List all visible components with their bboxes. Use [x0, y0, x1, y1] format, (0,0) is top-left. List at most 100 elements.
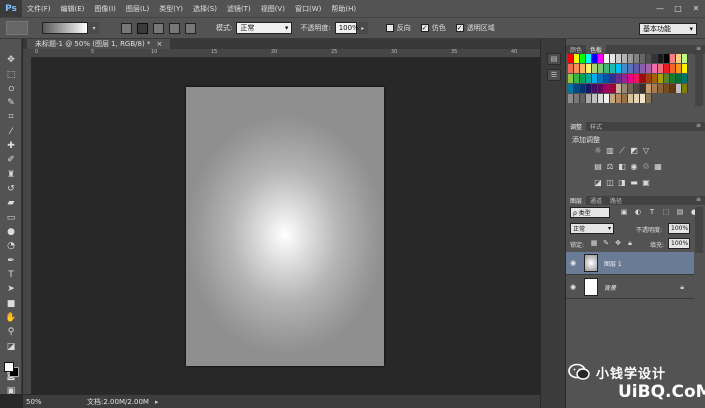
photo-filter-icon[interactable]: ◉: [630, 163, 638, 171]
dodge-tool-icon[interactable]: ◔: [3, 239, 19, 252]
menu-window[interactable]: 窗口(W): [290, 4, 326, 14]
color-balance-icon[interactable]: ⚖: [606, 163, 614, 171]
menu-image[interactable]: 图像(I): [89, 4, 121, 14]
posterize-icon[interactable]: ◫: [606, 179, 614, 187]
maximize-button[interactable]: □: [669, 0, 687, 17]
minimize-button[interactable]: —: [651, 0, 669, 17]
invert-icon[interactable]: ◪: [594, 179, 602, 187]
history-brush-tool-icon[interactable]: ↺: [3, 182, 19, 195]
close-tab-icon[interactable]: ×: [156, 40, 162, 48]
layers-scrollbar[interactable]: [695, 207, 703, 253]
panel-menu-icon[interactable]: ≡: [696, 196, 701, 203]
menu-select[interactable]: 选择(S): [188, 4, 222, 14]
radial-gradient-button[interactable]: [137, 22, 148, 34]
lock-position-icon[interactable]: ✥: [614, 239, 622, 247]
levels-icon[interactable]: ▥: [606, 147, 614, 155]
reverse-checkbox[interactable]: 反向: [385, 23, 411, 33]
menu-file[interactable]: 文件(F): [22, 4, 56, 14]
horizontal-ruler[interactable]: 0 5 10 15 20 25 30 35 40: [31, 49, 540, 58]
pixel-filter-icon[interactable]: ▣: [620, 208, 628, 216]
properties-panel-icon[interactable]: ☰: [547, 69, 561, 81]
menu-layer[interactable]: 图层(L): [121, 4, 154, 14]
eraser-tool-icon[interactable]: ▰: [3, 196, 19, 209]
path-select-tool-icon[interactable]: ➤: [3, 282, 19, 295]
vertical-ruler[interactable]: [23, 58, 32, 394]
tab-channels[interactable]: 通道: [586, 196, 606, 205]
quick-select-tool-icon[interactable]: ✎: [3, 96, 19, 109]
panel-menu-icon[interactable]: ≡: [696, 45, 701, 52]
blend-mode-select[interactable]: 正常 ▾: [570, 223, 614, 234]
swatches-grid[interactable]: [568, 54, 690, 104]
dither-checkbox[interactable]: ✓ 仿色: [420, 23, 446, 33]
crop-tool-icon[interactable]: ⌗: [3, 110, 19, 123]
zoom-level[interactable]: 50%: [23, 398, 47, 406]
type-tool-icon[interactable]: T: [3, 268, 19, 281]
screen-mode-icon[interactable]: ▣: [3, 384, 19, 397]
fill-input[interactable]: 100%: [668, 238, 690, 249]
lock-all-icon[interactable]: 🔒︎: [626, 239, 634, 247]
linear-gradient-button[interactable]: [121, 22, 132, 34]
pen-tool-icon[interactable]: ✒: [3, 254, 19, 267]
document-canvas[interactable]: [186, 87, 384, 366]
workspace-select[interactable]: 基本功能 ▾: [639, 23, 697, 35]
layer-filter-select[interactable]: ρ 类型: [570, 207, 610, 218]
black-white-icon[interactable]: ◧: [618, 163, 626, 171]
diamond-gradient-button[interactable]: [185, 22, 196, 34]
shape-filter-icon[interactable]: ⬚: [662, 208, 670, 216]
curves-icon[interactable]: ⟋: [618, 147, 626, 155]
smart-object-filter-icon[interactable]: ▤: [676, 208, 684, 216]
blur-tool-icon[interactable]: ●: [3, 225, 19, 238]
history-panel-icon[interactable]: ▤: [547, 53, 561, 65]
lock-transparent-icon[interactable]: ▦: [590, 239, 598, 247]
menu-help[interactable]: 帮助(H): [326, 4, 361, 14]
foreground-color-swatch[interactable]: [4, 362, 14, 372]
vibrance-icon[interactable]: ▽: [642, 147, 650, 155]
clone-stamp-tool-icon[interactable]: ♜: [3, 168, 19, 181]
tab-color[interactable]: 颜色: [566, 45, 586, 54]
transparency-checkbox[interactable]: ✓ 透明区域: [455, 23, 495, 33]
zoom-tool-icon[interactable]: ⚲: [3, 325, 19, 338]
gradient-picker-chevron-icon[interactable]: ▾: [89, 22, 99, 34]
mode-select[interactable]: 正常 ▾: [236, 22, 293, 34]
type-filter-icon[interactable]: T: [648, 208, 656, 216]
gradient-map-icon[interactable]: ▬: [630, 179, 638, 187]
opacity-input[interactable]: 100%: [334, 22, 359, 34]
channel-mixer-icon[interactable]: ♲: [642, 163, 650, 171]
tab-paths[interactable]: 路径: [606, 196, 626, 205]
gradient-preview[interactable]: [42, 22, 88, 34]
swatches-scrollbar[interactable]: [695, 54, 703, 106]
marquee-tool-icon[interactable]: ⬚: [3, 68, 19, 81]
menu-filter[interactable]: 滤镜(T): [222, 4, 256, 14]
gradient-tool-icon[interactable]: ▭: [3, 211, 19, 224]
panel-menu-icon[interactable]: ≡: [696, 122, 701, 129]
default-colors-icon[interactable]: ◪: [3, 340, 19, 353]
lasso-tool-icon[interactable]: ഠ: [3, 82, 19, 95]
brightness-contrast-icon[interactable]: ☼: [594, 147, 602, 155]
brush-tool-icon[interactable]: ✐: [3, 153, 19, 166]
tab-swatches[interactable]: 色板: [586, 45, 607, 54]
menu-edit[interactable]: 编辑(E): [56, 4, 90, 14]
opacity-chevron-icon[interactable]: ▸: [357, 22, 368, 34]
color-lookup-icon[interactable]: ▦: [654, 163, 662, 171]
threshold-icon[interactable]: ◨: [618, 179, 626, 187]
tab-adjustments[interactable]: 调整: [566, 122, 587, 131]
rectangle-tool-icon[interactable]: ■: [3, 297, 19, 310]
lock-pixels-icon[interactable]: ✎: [602, 239, 610, 247]
canvas-workspace[interactable]: [32, 58, 540, 394]
healing-brush-tool-icon[interactable]: ✚: [3, 139, 19, 152]
hand-tool-icon[interactable]: ✋: [3, 311, 19, 324]
layer-row-layer1[interactable]: ◉ 图层 1: [566, 252, 694, 275]
selective-color-icon[interactable]: ▣: [642, 179, 650, 187]
eye-icon[interactable]: ◉: [566, 259, 580, 267]
status-menu-arrow-icon[interactable]: ▸: [155, 398, 159, 406]
move-tool-icon[interactable]: ✥: [3, 53, 19, 66]
close-button[interactable]: ✕: [687, 0, 705, 17]
hue-saturation-icon[interactable]: ▤: [594, 163, 602, 171]
menu-type[interactable]: 类型(Y): [154, 4, 188, 14]
exposure-icon[interactable]: ◩: [630, 147, 638, 155]
tab-styles[interactable]: 样式: [586, 122, 606, 131]
document-tab[interactable]: 未标题-1 @ 50% (图层 1, RGB/8) * ×: [27, 39, 171, 49]
adjustment-filter-icon[interactable]: ◐: [634, 208, 642, 216]
menu-view[interactable]: 视图(V): [256, 4, 290, 14]
angle-gradient-button[interactable]: [153, 22, 164, 34]
